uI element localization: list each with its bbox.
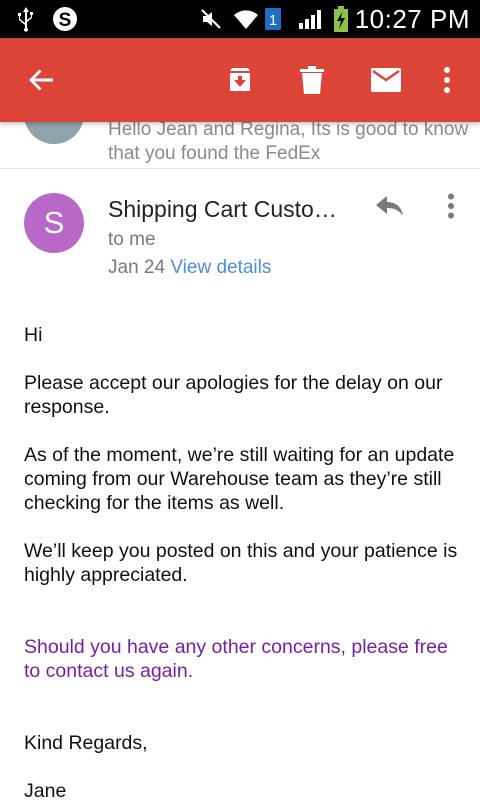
body-paragraph: We’ll keep you posted on this and your p…: [24, 540, 458, 586]
svg-text:S: S: [59, 10, 72, 31]
closing: Kind Regards,: [24, 732, 148, 754]
message-date: Jan 24: [108, 257, 166, 278]
signal-icon: [296, 0, 326, 38]
previous-message[interactable]: Hello Jean and Regina, Its is good to kn…: [0, 122, 480, 169]
date-row: Jan 24 View details: [108, 256, 271, 280]
avatar: [24, 122, 84, 144]
wifi-icon: [232, 0, 260, 38]
battery-charging-icon: [332, 0, 350, 38]
view-details-link[interactable]: View details: [170, 257, 271, 278]
more-vert-icon[interactable]: [430, 38, 464, 122]
body-paragraph: Should you have any other concerns, plea…: [24, 636, 448, 682]
more-vert-icon[interactable]: [436, 188, 466, 224]
clock: 10:27 PM: [354, 4, 470, 34]
body-paragraph: Please accept our apologies for the dela…: [24, 372, 443, 418]
mark-unread-icon[interactable]: [364, 38, 408, 122]
sender-avatar[interactable]: S: [24, 193, 84, 253]
svg-text:1: 1: [269, 12, 277, 29]
app-bar: [0, 38, 480, 122]
mute-icon: [198, 0, 224, 38]
body-paragraph: As of the moment, we’re still waiting fo…: [24, 444, 455, 514]
archive-icon[interactable]: [218, 38, 262, 122]
skype-icon: S: [50, 0, 80, 38]
signature: Jane: [24, 780, 67, 800]
reply-icon[interactable]: [370, 188, 410, 224]
greeting: Hi: [24, 324, 43, 346]
recipient-label: to me: [108, 229, 156, 250]
message-snippet: Hello Jean and Regina, Its is good to kn…: [108, 122, 469, 164]
sim-icon: 1: [262, 0, 284, 38]
back-arrow-icon[interactable]: [18, 38, 64, 122]
sender-name: Shipping Cart Customer Service: [108, 196, 348, 222]
delete-icon[interactable]: [290, 38, 334, 122]
status-bar: S 1 10:27 PM: [0, 0, 480, 38]
usb-icon: [14, 0, 38, 38]
